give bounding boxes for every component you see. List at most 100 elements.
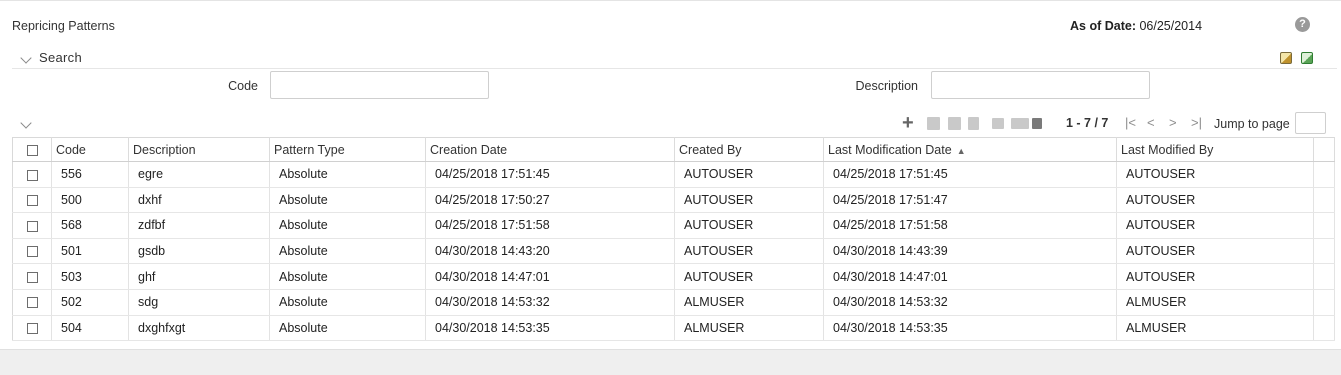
row-select-cell [12,238,52,265]
table-row[interactable]: 502 sdg Absolute 04/30/2018 14:53:32 ALMUSER… [12,289,1335,316]
jump-to-page-label: Jump to page [1214,117,1290,131]
table-row[interactable]: 568 zdfbf Absolute 04/25/2018 17:51:58 AUTOU… [12,212,1335,239]
cell-pattern-type: Absolute [269,238,426,265]
add-icon[interactable]: + [902,113,914,133]
row-select-cell [12,187,52,214]
filler-cell [1313,238,1335,265]
description-label: Description [855,79,918,93]
cell-last-modification-date: 04/25/2018 17:51:58 [823,212,1117,239]
cell-created-by: AUTOUSER [674,212,824,239]
table-header-row: Code Description Pattern Type Creation D… [12,137,1335,162]
first-page-icon[interactable]: |< [1125,115,1136,130]
cell-last-modification-date: 04/30/2018 14:53:32 [823,289,1117,316]
cell-last-modified-by: AUTOUSER [1116,161,1314,188]
previous-page-icon[interactable]: < [1147,115,1155,130]
footer-bar [0,349,1341,375]
edit-icon[interactable] [948,117,961,130]
view-icon[interactable] [992,118,1004,129]
cell-description: ghf [128,263,270,290]
cell-code: 568 [51,212,129,239]
table-row[interactable]: 501 gsdb Absolute 04/30/2018 14:43:20 AUTOUS… [12,238,1335,265]
search-icon[interactable] [1280,52,1292,64]
column-header-pattern-type[interactable]: Pattern Type [269,137,426,162]
chevron-down-icon[interactable] [20,52,32,64]
row-checkbox[interactable] [26,220,38,232]
column-header-created-by[interactable]: Created By [674,137,824,162]
cell-last-modification-date: 04/30/2018 14:53:35 [823,315,1117,342]
row-select-cell [12,263,52,290]
column-header-description[interactable]: Description [128,137,270,162]
row-select-cell [12,212,52,239]
select-all-cell [12,137,52,162]
columns-icon[interactable] [1011,118,1029,129]
cell-last-modified-by: AUTOUSER [1116,238,1314,265]
cell-created-by: AUTOUSER [674,238,824,265]
cell-last-modified-by: AUTOUSER [1116,187,1314,214]
collapse-grid-chevron-icon[interactable] [20,117,32,129]
cell-created-by: ALMUSER [674,315,824,342]
delete-icon[interactable] [968,117,979,130]
cell-pattern-type: Absolute [269,289,426,316]
cell-created-by: AUTOUSER [674,263,824,290]
select-all-checkbox[interactable] [26,144,38,156]
row-checkbox[interactable] [26,297,38,309]
cell-creation-date: 04/25/2018 17:51:58 [425,212,675,239]
next-page-icon[interactable]: > [1169,115,1177,130]
cell-pattern-type: Absolute [269,187,426,214]
row-checkbox[interactable] [26,246,38,258]
cell-pattern-type: Absolute [269,263,426,290]
cell-code: 503 [51,263,129,290]
as-of-date-label: As of Date: [1070,19,1136,33]
reset-icon[interactable] [1301,52,1313,64]
column-header-label: Last Modification Date [828,142,952,157]
cell-created-by: AUTOUSER [674,161,824,188]
cell-last-modification-date: 04/25/2018 17:51:47 [823,187,1117,214]
filler-cell [1313,212,1335,239]
filler-cell [1313,315,1335,342]
column-header-last-modification-date[interactable]: Last Modification Date ▲ [823,137,1117,162]
table-body: 556 egre Absolute 04/25/2018 17:51:45 AUTOUS… [12,161,1335,342]
search-section-header[interactable]: Search [12,47,1337,69]
table-row[interactable]: 556 egre Absolute 04/25/2018 17:51:45 AUTOUS… [12,161,1335,188]
column-header-code[interactable]: Code [51,137,129,162]
code-input[interactable] [270,71,489,99]
jump-to-page-input[interactable] [1295,112,1326,134]
filler-cell [1313,161,1335,188]
last-page-icon[interactable]: >| [1191,115,1202,130]
cell-code: 502 [51,289,129,316]
column-header-creation-date[interactable]: Creation Date [425,137,675,162]
table-row[interactable]: 500 dxhf Absolute 04/25/2018 17:50:27 AUTOUS… [12,187,1335,214]
cell-creation-date: 04/30/2018 14:53:32 [425,289,675,316]
table-row[interactable]: 503 ghf Absolute 04/30/2018 14:47:01 AUTOUSE… [12,263,1335,290]
repricing-patterns-table: Code Description Pattern Type Creation D… [12,137,1335,342]
top-divider [0,0,1341,1]
cell-code: 500 [51,187,129,214]
help-icon[interactable]: ? [1295,17,1310,32]
cell-description: dxghfxgt [128,315,270,342]
cell-last-modification-date: 04/25/2018 17:51:45 [823,161,1117,188]
row-checkbox[interactable] [26,323,38,335]
cell-last-modified-by: AUTOUSER [1116,263,1314,290]
row-checkbox[interactable] [26,169,38,181]
table-row[interactable]: 504 dxghfxgt Absolute 04/30/2018 14:53:35 AL… [12,315,1335,342]
column-header-last-modified-by[interactable]: Last Modified By [1116,137,1314,162]
cell-creation-date: 04/25/2018 17:50:27 [425,187,675,214]
cell-creation-date: 04/25/2018 17:51:45 [425,161,675,188]
as-of-date-value: 06/25/2014 [1139,19,1203,33]
pager-range: 1 - 7 / 7 [1066,116,1109,130]
cell-code: 501 [51,238,129,265]
cell-code: 504 [51,315,129,342]
cell-pattern-type: Absolute [269,161,426,188]
description-input[interactable] [931,71,1150,99]
row-checkbox[interactable] [26,195,38,207]
cell-description: dxhf [128,187,270,214]
cell-last-modification-date: 04/30/2018 14:43:39 [823,238,1117,265]
cell-last-modified-by: AUTOUSER [1116,212,1314,239]
page-title: Repricing Patterns [12,19,115,33]
sort-ascending-icon[interactable]: ▲ [957,146,966,156]
copy-icon[interactable] [927,117,940,130]
cell-last-modified-by: ALMUSER [1116,315,1314,342]
filler-cell [1313,289,1335,316]
dropdown-menu-icon[interactable] [1032,118,1042,129]
row-checkbox[interactable] [26,271,38,283]
